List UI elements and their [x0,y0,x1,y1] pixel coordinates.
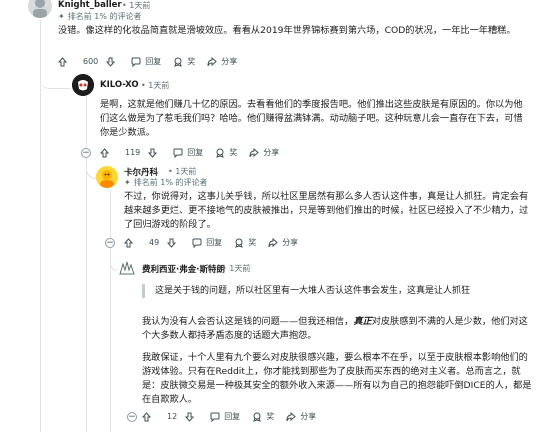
comment-body: 不过，你说得对，这事儿关乎钱，所以社区里居然有那么多人否认这件事，真是让人抓狂。… [124,191,529,230]
share-button[interactable]: 分享 [286,411,316,422]
username[interactable]: Knight_baller [58,0,122,10]
username[interactable]: 费利西亚·弗金·斯特朗 [142,263,225,275]
award-icon [235,238,243,248]
commenter-badge: ✦ 排名前 1% 的评论者 [124,178,208,187]
comment-icon [173,148,183,158]
timestamp: • 1天前 [222,264,251,273]
award-icon [216,148,225,158]
share-icon [207,56,218,66]
star-icon: ✦ [58,12,65,21]
avatar[interactable] [28,0,52,18]
award-button[interactable]: 奖 [215,147,237,158]
award-icon [174,57,183,67]
commenter-badge: ✦ 排名前 1% 的评论者 [58,12,142,21]
comment-actions: 600 回复 奖 分享 [58,56,249,67]
paragraph-text: 我认为没有人会否认这是钱的问题——但我还相信， [142,316,354,327]
comment-actions: 49 回复 奖 分享 [124,237,310,248]
vote-count: 119 [125,148,141,157]
upvote-icon [100,147,109,157]
comment-paragraph: 我认为没有人会否认这是钱的问题——但我还相信，真正对皮肤感到不满的人是少数，他们… [142,315,532,343]
upvote-icon [124,237,133,247]
avatar[interactable] [117,258,137,278]
comment-icon [210,412,220,422]
upvote-icon [142,411,151,421]
upvote-button[interactable] [124,237,137,248]
comment-actions: 12 回复 奖 分享 [142,411,328,422]
comment-icon [192,238,202,248]
comment-paragraph: 我敢保证，十个人里有九个要么对皮肤很感兴趣，要么根本不在乎，以至于皮肤根本影响他… [142,352,532,405]
username[interactable]: KILO-XO [100,80,139,90]
share-button[interactable]: 分享 [249,147,279,158]
comment-icon [131,57,141,67]
timestamp: • 1天前 [168,167,197,176]
share-icon [286,411,296,421]
upvote-button[interactable] [142,411,155,422]
award-button[interactable]: 奖 [252,411,274,422]
award-button[interactable]: 奖 [173,56,195,67]
star-icon: ✦ [124,178,131,187]
thread-line-2[interactable] [86,96,87,432]
emphasis-text: 真正 [353,316,372,327]
downvote-button[interactable] [106,57,119,67]
downvote-button[interactable] [148,148,161,158]
downvote-button[interactable] [167,238,180,248]
award-icon [253,412,261,422]
downvote-button[interactable] [185,412,198,422]
downvote-icon [167,238,177,248]
share-button[interactable]: 分享 [268,237,298,248]
timestamp: • 1天前 [141,81,170,90]
upvote-button[interactable] [58,56,71,67]
timestamp: • 1天前 [122,1,151,10]
avatar[interactable] [96,166,118,188]
reply-button[interactable]: 回复 [131,56,161,67]
thread-line-3[interactable] [110,190,111,432]
vote-count: 600 [83,57,99,66]
share-button[interactable]: 分享 [207,56,237,67]
comment-actions: 119 回复 奖 分享 [100,147,291,158]
upvote-icon [58,56,67,66]
vote-count: 49 [149,238,160,247]
upvote-button[interactable] [100,147,113,158]
vote-count: 12 [167,412,178,421]
share-icon [249,147,260,157]
reply-button[interactable]: 回复 [210,411,240,422]
downvote-icon [148,148,158,158]
downvote-icon [106,57,116,67]
reply-button[interactable]: 回复 [173,147,203,158]
comment-body: 没错。像这样的化妆品简直就是滑坡效应。看看从2019年世界锦标赛到第六场，COD… [58,25,516,36]
share-icon [268,237,278,247]
downvote-icon [185,412,195,422]
thread-elbow-3 [110,250,117,271]
reply-button[interactable]: 回复 [192,237,222,248]
expand-icon[interactable]: − [81,148,91,158]
award-button[interactable]: 奖 [234,237,256,248]
expand-icon[interactable]: − [105,238,115,248]
blockquote: 这是关于钱的问题，所以社区里有一大堆人否认这件事会发生，这真是让人抓狂 [142,284,535,298]
comment-body: 是啊，这就是他们赚几十亿的原因。去看看他们的季度报告吧。他们推出这些皮肤是有原因… [100,99,523,138]
expand-icon[interactable]: − [127,412,137,422]
avatar[interactable] [72,74,94,96]
